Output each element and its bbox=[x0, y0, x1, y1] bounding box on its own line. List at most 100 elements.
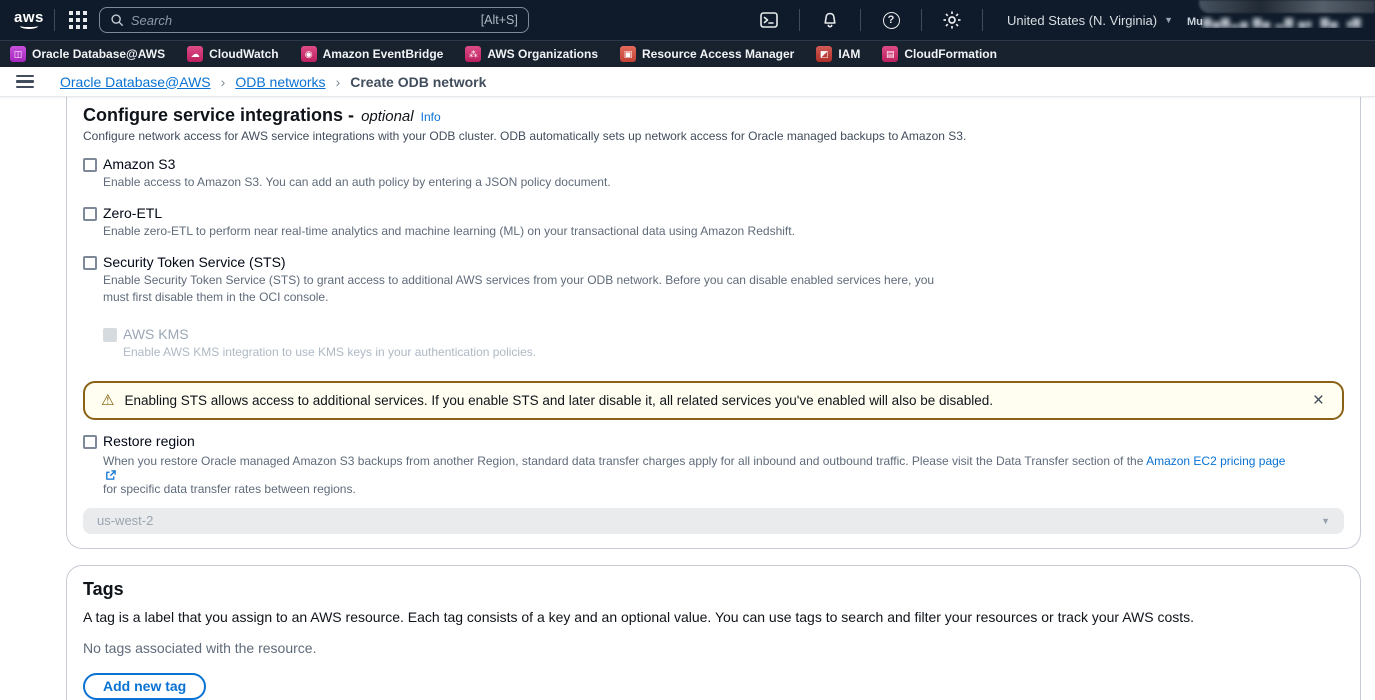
breadcrumb-link-odb-networks[interactable]: ODB networks bbox=[235, 74, 325, 90]
warning-text: Enabling STS allows access to additional… bbox=[124, 393, 993, 408]
favorite-cloudwatch[interactable]: ☁ CloudWatch bbox=[187, 46, 279, 62]
redaction-scribble: ▆▄▆▂▄ ▆▄ ▂▆ ▄▖ ▆▄ ▗▆ bbox=[1203, 16, 1362, 28]
section-title-text: Configure service integrations - bbox=[83, 105, 354, 126]
favorite-label: Oracle Database@AWS bbox=[32, 47, 165, 61]
favorite-label: IAM bbox=[838, 47, 860, 61]
aws-logo[interactable]: aws bbox=[14, 11, 44, 29]
sts-label[interactable]: Security Token Service (STS) bbox=[103, 254, 286, 270]
eventbridge-icon: ◉ bbox=[301, 46, 317, 62]
account-name-fragment: Mu bbox=[1187, 16, 1203, 28]
section-title: Configure service integrations - optiona… bbox=[83, 105, 1344, 126]
add-new-tag-button[interactable]: Add new tag bbox=[83, 673, 206, 700]
account-name-redacted: Mu▆▄▆▂▄ ▆▄ ▂▆ ▄▖ ▆▄ ▗▆ bbox=[1187, 15, 1373, 28]
breadcrumb-current: Create ODB network bbox=[350, 74, 486, 90]
option-aws-kms: AWS KMS Enable AWS KMS integration to us… bbox=[103, 326, 1344, 360]
divider bbox=[799, 9, 800, 31]
breadcrumb-bar: Oracle Database@AWS › ODB networks › Cre… bbox=[0, 67, 1375, 97]
section-title-optional: optional bbox=[361, 108, 414, 125]
region-label: United States (N. Virginia) bbox=[1007, 13, 1157, 28]
chevron-down-icon: ▼ bbox=[1321, 516, 1330, 526]
notifications-button[interactable] bbox=[810, 0, 850, 40]
top-navigation-bar: aws [Alt+S] bbox=[0, 0, 1375, 40]
external-link-icon bbox=[105, 470, 116, 481]
amazon-s3-label[interactable]: Amazon S3 bbox=[103, 156, 175, 172]
divider bbox=[982, 9, 983, 31]
divider bbox=[921, 9, 922, 31]
divider bbox=[860, 9, 861, 31]
zero-etl-label[interactable]: Zero-ETL bbox=[103, 205, 162, 221]
top-nav-right: ? United States (N. Virginia) ▼ bbox=[749, 0, 1375, 40]
warning-icon: ⚠ bbox=[101, 393, 114, 408]
favorite-label: Amazon EventBridge bbox=[323, 47, 444, 61]
organizations-icon: ⁂ bbox=[465, 46, 481, 62]
favorite-organizations[interactable]: ⁂ AWS Organizations bbox=[465, 46, 598, 62]
services-menu-button[interactable] bbox=[65, 7, 91, 33]
favorite-label: CloudFormation bbox=[904, 47, 997, 61]
settings-button[interactable] bbox=[932, 0, 972, 40]
sts-checkbox[interactable] bbox=[83, 256, 97, 270]
oracle-database-icon: ◫ bbox=[10, 46, 26, 62]
help-button[interactable]: ? bbox=[871, 0, 911, 40]
service-integrations-section: Configure service integrations - optiona… bbox=[66, 97, 1361, 549]
aws-logo-smile bbox=[20, 23, 38, 29]
region-selector[interactable]: United States (N. Virginia) ▼ bbox=[993, 0, 1187, 40]
sts-description: Enable Security Token Service (STS) to g… bbox=[103, 272, 963, 304]
restore-desc-before: When you restore Oracle managed Amazon S… bbox=[103, 454, 1146, 468]
aws-kms-label: AWS KMS bbox=[123, 326, 189, 342]
cloudformation-icon: ▤ bbox=[882, 46, 898, 62]
tags-section: Tags A tag is a label that you assign to… bbox=[66, 565, 1361, 700]
global-search[interactable]: [Alt+S] bbox=[99, 7, 529, 33]
favorites-bar: ◫ Oracle Database@AWS ☁ CloudWatch ◉ Ama… bbox=[0, 40, 1375, 67]
restore-region-checkbox[interactable] bbox=[83, 435, 97, 449]
breadcrumb-separator-icon: › bbox=[336, 74, 341, 90]
search-input[interactable] bbox=[131, 13, 474, 28]
account-menu[interactable]: Mu▆▄▆▂▄ ▆▄ ▂▆ ▄▖ ▆▄ ▗▆ bbox=[1187, 0, 1375, 40]
cloudshell-button[interactable] bbox=[749, 0, 789, 40]
info-link[interactable]: Info bbox=[421, 110, 441, 124]
restore-region-select: us-west-2 ▼ bbox=[83, 508, 1344, 534]
restore-region-label[interactable]: Restore region bbox=[103, 433, 195, 449]
section-description: Configure network access for AWS service… bbox=[83, 129, 1344, 143]
favorite-cloudformation[interactable]: ▤ CloudFormation bbox=[882, 46, 997, 62]
resource-access-manager-icon: ▣ bbox=[620, 46, 636, 62]
side-nav-toggle[interactable] bbox=[16, 75, 34, 89]
favorite-label: AWS Organizations bbox=[487, 47, 598, 61]
amazon-s3-description: Enable access to Amazon S3. You can add … bbox=[103, 174, 963, 190]
gear-icon bbox=[943, 11, 961, 29]
main-content: Configure service integrations - optiona… bbox=[0, 97, 1375, 700]
search-icon bbox=[110, 13, 124, 27]
favorite-iam[interactable]: ◩ IAM bbox=[816, 46, 860, 62]
aws-kms-checkbox bbox=[103, 328, 117, 342]
tags-description: A tag is a label that you assign to an A… bbox=[83, 609, 1344, 625]
bell-icon bbox=[822, 12, 838, 29]
aws-kms-description: Enable AWS KMS integration to use KMS ke… bbox=[123, 344, 983, 360]
favorite-eventbridge[interactable]: ◉ Amazon EventBridge bbox=[301, 46, 444, 62]
cloudwatch-icon: ☁ bbox=[187, 46, 203, 62]
option-amazon-s3: Amazon S3 Enable access to Amazon S3. Yo… bbox=[83, 156, 1344, 190]
zero-etl-description: Enable zero-ETL to perform near real-tim… bbox=[103, 223, 963, 239]
close-icon[interactable]: × bbox=[1311, 391, 1326, 410]
breadcrumb-link-oracle-database-aws[interactable]: Oracle Database@AWS bbox=[60, 74, 211, 90]
favorite-resource-access-manager[interactable]: ▣ Resource Access Manager bbox=[620, 46, 794, 62]
restore-region-description: When you restore Oracle managed Amazon S… bbox=[103, 453, 1344, 498]
amazon-s3-checkbox[interactable] bbox=[83, 158, 97, 172]
breadcrumb-separator-icon: › bbox=[221, 74, 226, 90]
option-zero-etl: Zero-ETL Enable zero-ETL to perform near… bbox=[83, 205, 1344, 239]
restore-desc-after: for specific data transfer rates between… bbox=[103, 482, 356, 496]
tags-empty-state: No tags associated with the resource. bbox=[83, 640, 1344, 656]
option-sts: Security Token Service (STS) Enable Secu… bbox=[83, 254, 1344, 304]
chevron-down-icon: ▼ bbox=[1164, 15, 1173, 25]
iam-icon: ◩ bbox=[816, 46, 832, 62]
apps-grid-icon bbox=[69, 11, 87, 29]
sts-warning-alert: ⚠ Enabling STS allows access to addition… bbox=[83, 381, 1344, 420]
question-mark-icon: ? bbox=[883, 12, 900, 29]
search-shortcut-hint: [Alt+S] bbox=[481, 13, 518, 27]
option-restore-region: Restore region When you restore Oracle m… bbox=[83, 433, 1344, 534]
zero-etl-checkbox[interactable] bbox=[83, 207, 97, 221]
favorite-label: CloudWatch bbox=[209, 47, 279, 61]
favorite-label: Resource Access Manager bbox=[642, 47, 794, 61]
cloudshell-terminal-icon bbox=[760, 12, 778, 28]
favorite-oracle-database-aws[interactable]: ◫ Oracle Database@AWS bbox=[10, 46, 165, 62]
divider bbox=[54, 9, 55, 31]
account-redacted-banner bbox=[1199, 0, 1375, 13]
